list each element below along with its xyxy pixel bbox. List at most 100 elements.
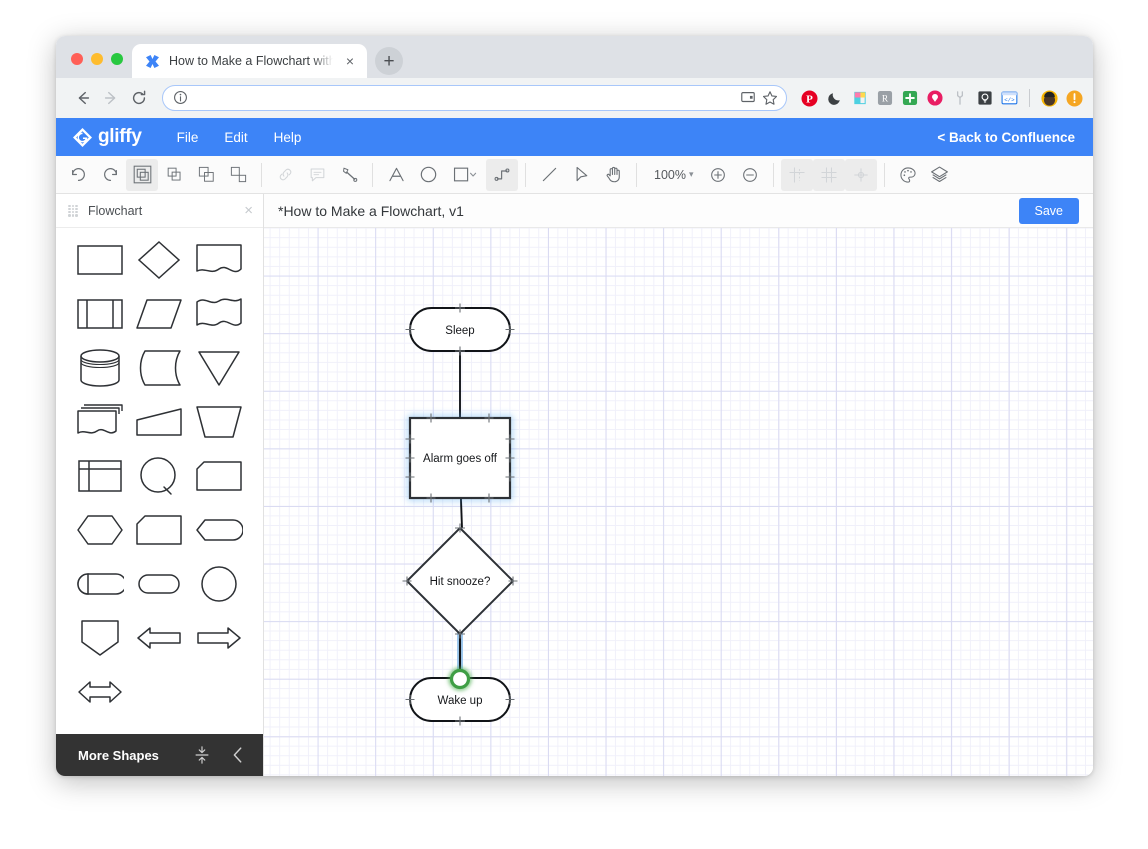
new-tab-button[interactable]: +: [375, 47, 403, 75]
rectangle-icon[interactable]: [444, 159, 486, 191]
menu-file[interactable]: File: [164, 126, 212, 149]
node-alarm-goes-off[interactable]: Alarm goes off: [405, 413, 515, 503]
toolbar-group-annotate: [269, 156, 365, 194]
shape-data[interactable]: [130, 292, 190, 336]
send-to-back-icon[interactable]: [222, 159, 254, 191]
comment-icon[interactable]: [301, 159, 333, 191]
palette-icon[interactable]: [892, 159, 924, 191]
text-icon[interactable]: [380, 159, 412, 191]
shape-extract[interactable]: [70, 616, 130, 660]
shape-terminator[interactable]: [130, 562, 190, 606]
shape-arrow-left[interactable]: [130, 616, 190, 660]
browser-tab-strip: How to Make a Flowchart with × +: [56, 36, 1093, 78]
tag-extension-icon[interactable]: [926, 90, 943, 107]
close-icon[interactable]: ×: [244, 203, 253, 218]
code-extension-icon[interactable]: </>: [1001, 90, 1018, 107]
pointer-icon[interactable]: [565, 159, 597, 191]
undo-icon[interactable]: [62, 159, 94, 191]
shape-multi-document[interactable]: [189, 292, 249, 336]
minimize-window-button[interactable]: [91, 53, 103, 65]
avatar[interactable]: [1041, 89, 1058, 107]
shape-manual-input[interactable]: [130, 400, 190, 444]
menu-help[interactable]: Help: [261, 126, 315, 149]
line-icon[interactable]: [533, 159, 565, 191]
more-shapes-bar[interactable]: More Shapes: [56, 734, 263, 776]
toolbar-divider: [772, 162, 774, 187]
redo-icon[interactable]: [94, 159, 126, 191]
svg-text:</>: </>: [1004, 96, 1015, 103]
connector-endpoint-handle[interactable]: [448, 667, 472, 691]
grammar-extension-icon[interactable]: R: [876, 90, 893, 107]
shape-loop-limit[interactable]: [130, 508, 190, 552]
dark-mode-extension-icon[interactable]: [826, 90, 843, 107]
grid-icon[interactable]: [812, 158, 845, 191]
hand-icon[interactable]: [597, 159, 629, 191]
forward-icon[interactable]: [98, 85, 124, 111]
shape-circle[interactable]: [189, 562, 249, 606]
shape-preparation[interactable]: [70, 508, 130, 552]
shape-arrow-right[interactable]: [189, 616, 249, 660]
shape-manual-operation[interactable]: [189, 400, 249, 444]
shape-internal-storage[interactable]: [70, 454, 130, 498]
color-picker-extension-icon[interactable]: [851, 90, 868, 107]
close-tab-icon[interactable]: ×: [341, 52, 359, 70]
zoom-out-icon[interactable]: [734, 159, 766, 191]
shape-predefined-process[interactable]: [70, 292, 130, 336]
bring-to-front-icon[interactable]: [190, 159, 222, 191]
shape-document[interactable]: [189, 238, 249, 282]
format-painter-icon[interactable]: [333, 159, 365, 191]
shape-decision[interactable]: [130, 238, 190, 282]
group-icon[interactable]: [126, 158, 158, 191]
bookmark-star-icon[interactable]: [762, 90, 778, 106]
node-sleep[interactable]: Sleep: [405, 303, 515, 356]
ellipse-icon[interactable]: [412, 159, 444, 191]
address-bar[interactable]: [162, 85, 787, 111]
guides-icon[interactable]: [780, 158, 813, 191]
gliffy-application: gliffy File Edit Help < Back to Confluen…: [56, 118, 1093, 776]
close-window-button[interactable]: [71, 53, 83, 65]
shape-direct-access[interactable]: [70, 562, 130, 606]
ungroup-icon[interactable]: [158, 159, 190, 191]
node-label: Alarm goes off: [423, 453, 498, 465]
lightbulb-extension-icon[interactable]: [976, 90, 993, 107]
node-hit-snooze[interactable]: Hit snooze?: [402, 523, 518, 639]
shape-arrow-double[interactable]: [70, 670, 130, 714]
add-extension-icon[interactable]: [901, 90, 918, 107]
browser-nav-bar: P R </>: [56, 78, 1093, 118]
update-badge-icon[interactable]: [1066, 90, 1083, 107]
site-info-icon[interactable]: [173, 90, 189, 106]
back-icon[interactable]: [70, 85, 96, 111]
snap-icon[interactable]: [844, 158, 877, 191]
collapse-panel-icon[interactable]: [225, 742, 251, 768]
collapse-expand-icon[interactable]: [189, 742, 215, 768]
browser-tab[interactable]: How to Make a Flowchart with ×: [132, 44, 367, 78]
gliffy-logo[interactable]: gliffy: [72, 126, 142, 148]
browser-window: How to Make a Flowchart with × + P R </>…: [56, 36, 1093, 776]
cast-icon[interactable]: [740, 90, 756, 106]
gliffy-logo-icon: [72, 127, 93, 148]
connector-icon[interactable]: [486, 158, 518, 191]
tools-extension-icon[interactable]: [951, 90, 968, 107]
maximize-window-button[interactable]: [111, 53, 123, 65]
drag-handle-icon[interactable]: [68, 204, 78, 217]
shape-process[interactable]: [70, 238, 130, 282]
link-icon[interactable]: [269, 159, 301, 191]
shape-card[interactable]: [189, 454, 249, 498]
document-title[interactable]: *How to Make a Flowchart, v1: [278, 203, 464, 219]
back-to-confluence-link[interactable]: < Back to Confluence: [937, 130, 1075, 145]
shape-database[interactable]: [70, 346, 130, 390]
layers-icon[interactable]: [924, 159, 956, 191]
save-button[interactable]: Save: [1018, 197, 1079, 224]
menu-edit[interactable]: Edit: [211, 126, 260, 149]
zoom-level-dropdown[interactable]: 100% ▾: [644, 168, 702, 182]
toolbar-group-zoom: [702, 156, 766, 194]
shape-merge[interactable]: [189, 346, 249, 390]
reload-icon[interactable]: [126, 85, 152, 111]
zoom-in-icon[interactable]: [702, 159, 734, 191]
diagram-canvas[interactable]: Sleep Alarm goes off Hit snooze? Wake up: [264, 228, 1093, 776]
pinterest-extension-icon[interactable]: P: [801, 90, 818, 107]
shape-stored-data[interactable]: [130, 346, 190, 390]
shape-stacked-document[interactable]: [70, 400, 130, 444]
shape-delay[interactable]: [189, 508, 249, 552]
shape-connector-circle[interactable]: [130, 454, 190, 498]
